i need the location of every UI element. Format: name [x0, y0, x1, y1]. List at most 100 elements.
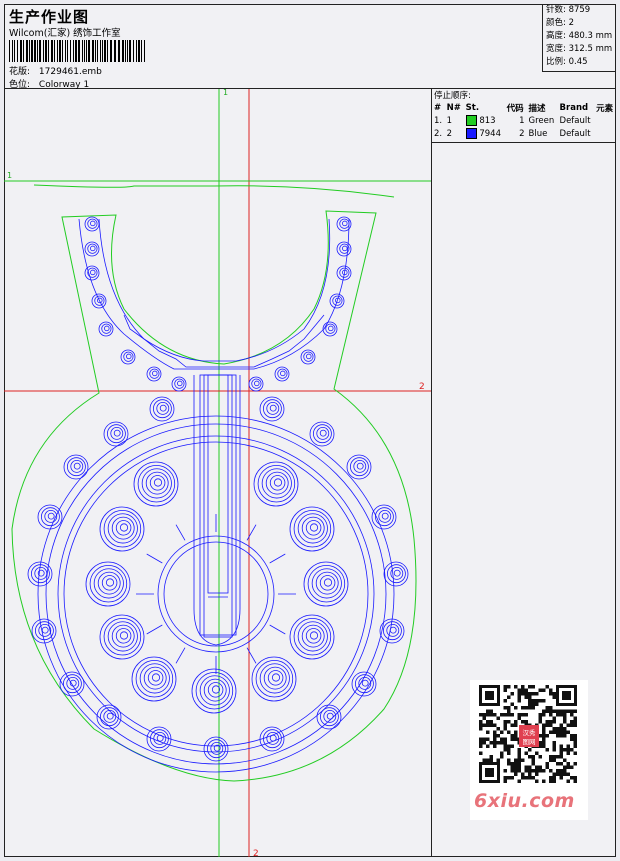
guide-label-top: 1 — [223, 89, 228, 97]
stat-width: 宽度: 312.5 mm — [546, 44, 613, 54]
inner-motif — [115, 520, 132, 536]
inner-motif — [305, 520, 322, 536]
inner-motif — [103, 617, 142, 656]
outer-motif — [34, 566, 48, 580]
inner-motif — [269, 475, 286, 491]
inner-motif — [307, 564, 346, 603]
guide-label-bottom: 2 — [253, 849, 259, 857]
neckline-motif — [303, 351, 314, 362]
neckline-motif — [277, 368, 288, 379]
inner-motif — [305, 628, 322, 644]
neckline-motif — [87, 218, 98, 229]
outer-motif — [361, 679, 369, 687]
outer-motif — [269, 734, 277, 742]
neckline-motif — [87, 267, 98, 278]
qr-stamp-text-bottom: 图网 — [523, 738, 536, 746]
inner-motif — [323, 578, 333, 587]
inner-motif — [137, 464, 176, 503]
inner-motif — [195, 671, 234, 710]
outer-motif — [113, 429, 121, 437]
petal — [269, 624, 286, 635]
design-file: 1729461.emb — [38, 67, 102, 77]
neckline-motif — [328, 325, 334, 332]
outer-motif — [319, 429, 327, 437]
inner-motif — [153, 478, 163, 487]
studio-name: Wilcom(汇家) 绣饰工作室 — [9, 28, 121, 39]
watermark-site: 6xiu.com — [474, 790, 575, 812]
petal — [246, 647, 257, 664]
neckline-motif — [90, 245, 96, 252]
design-label: 花版: — [9, 67, 31, 77]
petal — [246, 524, 257, 541]
outer-motif — [38, 624, 52, 637]
inner-motif — [119, 523, 129, 532]
neckline-motif — [90, 220, 96, 227]
stat-height: 高度: 480.3 mm — [546, 31, 613, 41]
neckline-motif — [342, 220, 348, 227]
color-swatch — [465, 115, 477, 126]
outer-motif — [378, 509, 392, 523]
outer-motif — [210, 742, 224, 755]
outer-motif — [386, 624, 400, 637]
neckline-motif — [177, 380, 183, 387]
neckline-motif — [174, 378, 185, 389]
inner-motif — [105, 578, 115, 587]
neckline-motif — [90, 269, 96, 276]
outer-motif — [156, 401, 170, 415]
table-row: 1. 1 813 1 Green Default — [434, 115, 591, 126]
stats-box: 针数: 8759 颜色: 2 高度: 480.3 mm 宽度: 312.5 mm… — [542, 4, 616, 72]
inner-motif — [207, 682, 224, 698]
outer-motif — [153, 732, 167, 745]
outer-motif — [73, 462, 81, 470]
neckline-motif — [101, 323, 112, 334]
outer-motif — [269, 404, 277, 412]
outer-motif — [389, 626, 397, 634]
outer-motif — [106, 712, 114, 720]
design-canvas[interactable]: 1 2 1 2 — [4, 89, 432, 857]
qr-stamp-text-top: 汉秀 — [523, 728, 537, 737]
neckline-motif — [123, 351, 134, 362]
outer-motif — [266, 732, 280, 745]
stop-sequence-panel: 停止顺序: # N# St. 代码 描述 Brand 元素 1. 1 813 1… — [432, 89, 616, 143]
outer-motif — [47, 512, 55, 520]
outer-motif — [316, 426, 330, 440]
inner-motif — [147, 670, 164, 686]
inner-motif — [149, 475, 166, 491]
inner-motif — [255, 659, 294, 698]
inner-motif — [101, 575, 118, 591]
outer-motif — [266, 401, 280, 415]
outer-motif — [326, 712, 334, 720]
inner-motif — [115, 628, 132, 644]
inner-motif — [257, 464, 296, 503]
stat-colors: 颜色: 2 — [546, 18, 574, 28]
outer-motif — [44, 509, 58, 523]
stop-sequence-title: 停止顺序: — [434, 91, 471, 101]
petal — [269, 553, 286, 564]
inner-motif — [267, 670, 284, 686]
guide-label-right: 2 — [419, 382, 425, 392]
neckline-motif — [251, 378, 262, 389]
outer-motif — [70, 459, 84, 473]
petal — [175, 524, 186, 541]
outer-motif — [103, 710, 117, 723]
neckline-motif — [306, 353, 312, 360]
neckline-motif — [339, 218, 350, 229]
inner-motif — [271, 673, 281, 682]
petal — [146, 624, 163, 635]
outer-motif — [66, 677, 80, 690]
inner-motif — [89, 564, 128, 603]
outer-motif — [353, 459, 367, 473]
stat-scale: 比例: 0.45 — [546, 57, 588, 67]
neckline-motif — [104, 325, 110, 332]
outer-motif — [381, 512, 389, 520]
neckline-motif — [254, 380, 260, 387]
neckline-motif — [280, 370, 286, 377]
table-row: 2. 2 7944 2 Blue Default — [434, 128, 591, 139]
neckline-motif — [325, 323, 336, 334]
neckline-motif — [126, 353, 132, 360]
neckline-motif — [149, 368, 160, 379]
outer-motif — [393, 569, 401, 577]
inner-motif — [119, 631, 129, 640]
neckline-motif — [87, 243, 98, 254]
blue-embroidery — [27, 216, 409, 773]
